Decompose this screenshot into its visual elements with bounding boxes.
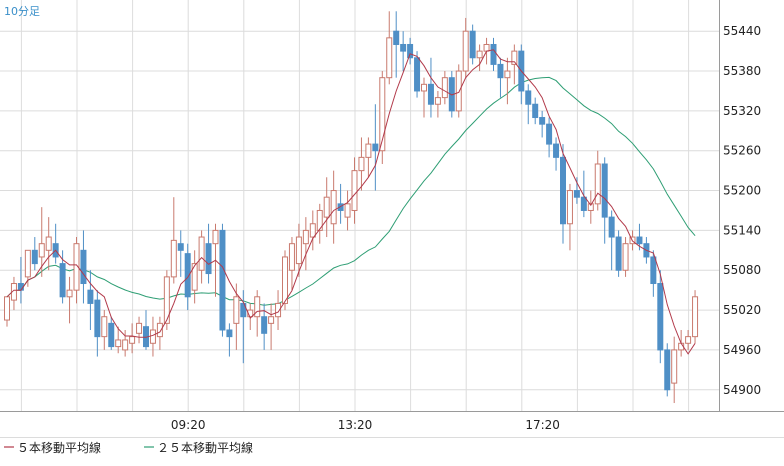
candle-body — [427, 83, 434, 105]
candle-body — [407, 43, 414, 59]
candle-body — [504, 70, 511, 79]
candle-body — [692, 296, 699, 338]
candle-body — [434, 97, 441, 105]
candle-body — [268, 316, 275, 324]
y-tick-label: 55260 — [723, 144, 761, 158]
candle-body — [170, 239, 177, 278]
candle-body — [261, 316, 268, 334]
candle-body — [344, 203, 351, 218]
candle-body — [177, 243, 184, 251]
y-tick-label: 55320 — [723, 104, 761, 118]
candle-body — [330, 190, 337, 225]
candle-body — [66, 289, 73, 298]
legend-ma25-label: ２５本移動平均線 — [157, 440, 253, 455]
x-tick-label: 13:20 — [338, 418, 373, 432]
candle-body — [414, 57, 421, 92]
y-tick-label: 54900 — [723, 383, 761, 397]
y-tick-label: 54960 — [723, 343, 761, 357]
candle-body — [497, 63, 504, 79]
timeframe-label: 10分足 — [4, 5, 40, 18]
candle-body — [490, 43, 497, 65]
x-tick-label: 09:20 — [171, 418, 206, 432]
candle-body — [601, 163, 608, 218]
candlestick-chart: 55440 55380 55320 55260 55200 55140 55080 55020… — [0, 0, 784, 462]
candle-body — [219, 229, 226, 331]
candle-body — [233, 296, 240, 324]
candle-body — [386, 37, 393, 79]
x-tick-label: 17:20 — [525, 418, 560, 432]
y-tick-label: 55440 — [723, 24, 761, 38]
y-tick-label: 55080 — [723, 263, 761, 277]
candle-body — [532, 103, 539, 119]
candle-body — [580, 196, 587, 211]
candle-body — [226, 329, 233, 338]
candle-body — [657, 283, 664, 351]
candle-body — [149, 329, 156, 344]
candle-body — [129, 336, 136, 344]
candle-body — [282, 256, 288, 304]
candle-body — [323, 196, 330, 218]
candle-body — [539, 117, 546, 125]
candle-body — [441, 77, 448, 99]
candle-body — [400, 43, 407, 52]
y-tick-label: 55200 — [723, 184, 761, 198]
candle-body — [636, 236, 643, 245]
candle-body — [664, 349, 671, 391]
candle-body — [553, 143, 560, 158]
candle-body — [650, 256, 657, 285]
candle-body — [476, 50, 483, 59]
candle-body — [45, 236, 52, 251]
y-tick-label: 55380 — [723, 64, 761, 78]
candle-body — [372, 143, 379, 152]
candle-body — [455, 70, 462, 112]
y-tick-label: 55020 — [723, 303, 761, 317]
candle-body — [483, 43, 490, 52]
legend-ma5-label: ５本移動平均線 — [17, 440, 101, 455]
candle-body — [94, 299, 101, 338]
candle-body — [205, 243, 212, 275]
candle-body — [615, 236, 622, 271]
candle-body — [115, 339, 122, 348]
candle-body — [393, 30, 400, 45]
chart-root: 55440 55380 55320 55260 55200 55140 55080 55020… — [0, 0, 784, 462]
candle-body — [101, 316, 108, 338]
candle-body — [295, 236, 302, 265]
candle-body — [156, 322, 163, 338]
candle-body — [594, 163, 601, 205]
candle-body — [358, 156, 365, 172]
candle-body — [525, 90, 532, 105]
candle-body — [80, 249, 87, 285]
candle-body — [608, 216, 615, 238]
candle-body — [87, 289, 94, 304]
candle-body — [566, 190, 573, 225]
candle-body — [24, 249, 31, 278]
candle-body — [108, 322, 115, 348]
candle-body — [212, 229, 219, 245]
candle-body — [671, 349, 678, 384]
candle-body — [38, 243, 45, 258]
candle-body — [136, 322, 143, 334]
candle-body — [462, 30, 469, 72]
candle-body — [31, 249, 38, 265]
candle-body — [573, 190, 580, 198]
candle-body — [59, 263, 66, 298]
candle-body — [122, 339, 129, 351]
candle-body — [685, 336, 692, 344]
candle-body — [421, 83, 427, 92]
candle-body — [546, 123, 553, 145]
candle-body — [288, 243, 295, 271]
candle-body — [365, 143, 372, 158]
candle-body — [560, 156, 566, 225]
candle-body — [198, 236, 205, 271]
candle-body — [469, 30, 476, 59]
y-tick-label: 55140 — [723, 223, 761, 237]
candle-body — [4, 296, 10, 321]
candle-body — [309, 223, 316, 238]
candle-body — [622, 243, 629, 271]
candle-body — [351, 170, 358, 211]
candle-body — [302, 229, 309, 245]
candle-body — [191, 263, 198, 291]
